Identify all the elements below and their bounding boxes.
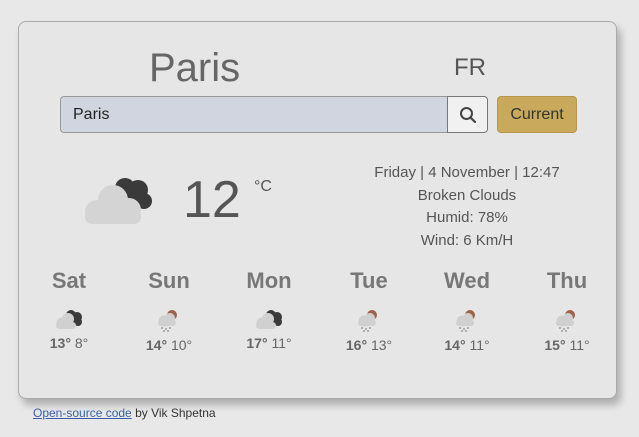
rain-icon bbox=[456, 310, 475, 332]
forecast-day: Sun 14° 10° bbox=[119, 268, 219, 354]
search-input[interactable] bbox=[60, 96, 448, 133]
current-temperature: 12 bbox=[183, 171, 241, 229]
forecast-max: 15° bbox=[544, 337, 566, 353]
forecast-day-name: Wed bbox=[443, 268, 491, 293]
city-name: Paris bbox=[149, 46, 241, 90]
search-icon bbox=[459, 106, 476, 123]
forecast-temps: 13° 8° bbox=[19, 334, 119, 352]
forecast-temps: 14° 10° bbox=[119, 336, 219, 354]
forecast-day-name: Sat bbox=[51, 268, 87, 293]
forecast-day: Sat 13° 8° bbox=[19, 268, 119, 352]
rain-icon bbox=[358, 310, 377, 332]
broken-clouds-icon bbox=[85, 178, 152, 224]
forecast-day: Thu 15° 11° bbox=[517, 268, 617, 354]
forecast-day-name: Sun bbox=[148, 268, 190, 293]
forecast-day: Wed 14° 11° bbox=[417, 268, 517, 354]
footer: Open-source code by Vik Shpetna bbox=[33, 406, 216, 420]
weather-description: Broken Clouds bbox=[417, 186, 517, 204]
forecast-min: 11° bbox=[469, 337, 490, 353]
forecast-temps: 15° 11° bbox=[517, 336, 617, 354]
source-code-link[interactable]: Open-source code bbox=[33, 406, 132, 420]
forecast-max: 14° bbox=[145, 337, 168, 353]
date-time: Friday | 4 November | 12:47 bbox=[374, 164, 560, 181]
forecast-max: 13° bbox=[49, 335, 71, 351]
forecast-min: 10° bbox=[170, 337, 193, 353]
author-credit: by Vik Shpetna bbox=[131, 406, 216, 420]
temperature-unit: °C bbox=[254, 178, 272, 195]
broken-clouds-icon bbox=[56, 310, 82, 329]
forecast-temps: 16° 13° bbox=[319, 336, 419, 354]
broken-clouds-icon bbox=[256, 310, 282, 329]
current-location-button[interactable]: Current bbox=[497, 96, 577, 133]
weather-details: Friday | 4 November | 12:47 Broken Cloud… bbox=[349, 162, 585, 252]
forecast-day: Mon 17° 11° bbox=[219, 268, 319, 352]
forecast-max: 14° bbox=[444, 337, 466, 353]
forecast-temps: 14° 11° bbox=[417, 336, 517, 354]
forecast-min: 8° bbox=[74, 335, 89, 351]
forecast-min: 11° bbox=[569, 337, 590, 353]
forecast-day-name: Mon bbox=[246, 268, 292, 293]
forecast-max: 16° bbox=[345, 337, 368, 353]
forecast-min: 11° bbox=[271, 335, 292, 351]
forecast-temps: 17° 11° bbox=[219, 334, 319, 352]
forecast-max: 17° bbox=[246, 335, 268, 351]
forecast-min: 13° bbox=[370, 337, 393, 353]
country-code: FR bbox=[454, 54, 486, 81]
humidity: Humid: 78% bbox=[426, 209, 508, 226]
rain-icon bbox=[158, 310, 177, 332]
wind-speed: Wind: 6 Km/H bbox=[420, 231, 514, 249]
forecast-day-name: Tue bbox=[350, 268, 388, 293]
search-button[interactable] bbox=[447, 96, 488, 133]
forecast-day-name: Thu bbox=[546, 268, 588, 293]
rain-icon bbox=[556, 310, 575, 332]
forecast-day: Tue 16° 13° bbox=[319, 268, 419, 354]
weather-card: Paris FR Current 12 °C Friday | 4 Novemb… bbox=[18, 21, 617, 399]
